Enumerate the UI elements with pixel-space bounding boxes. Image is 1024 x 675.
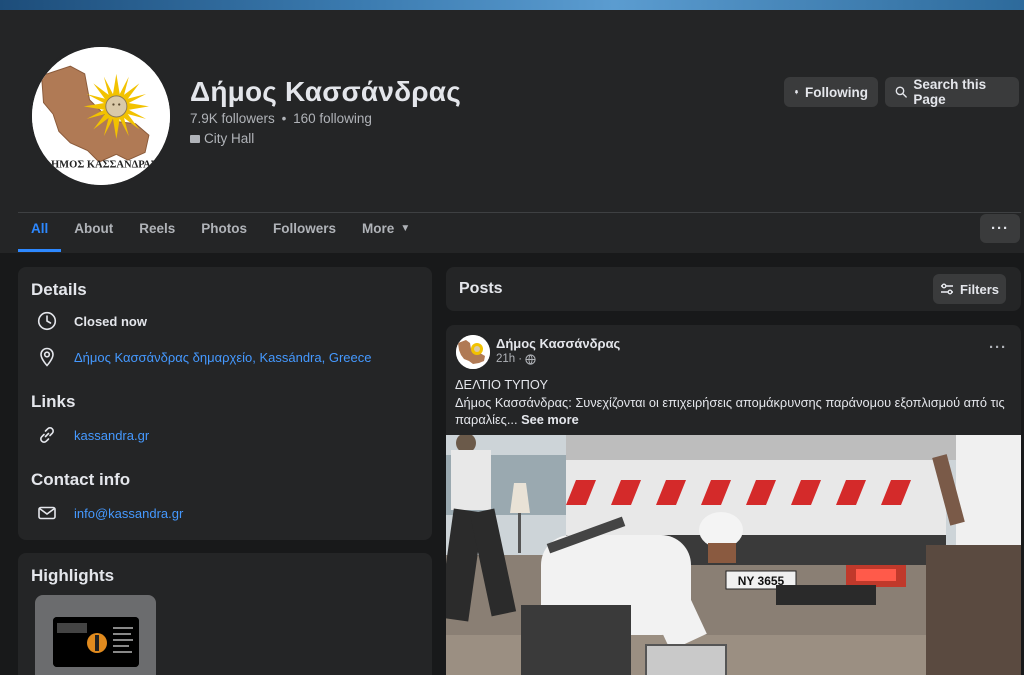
posts-title: Posts (459, 280, 503, 297)
post-photo[interactable]: NY 3655 (446, 435, 1021, 675)
municipality-logo: ΔΗΜΟΣ ΚΑΣΣΑΝΔΡΑΣ (32, 47, 170, 185)
tab-photos[interactable]: Photos (188, 204, 260, 252)
caret-down-icon: ▼ (400, 222, 411, 234)
link-icon (36, 424, 58, 446)
post-meta: 21h · (496, 353, 536, 365)
post-text: ΔΕΛΤΙΟ ΤΥΠΟΥ Δήμος Κασσάνδρας: Συνεχίζον… (455, 376, 1015, 429)
links-title: Links (31, 392, 76, 411)
tab-about[interactable]: About (61, 204, 126, 252)
sliders-icon (940, 283, 953, 295)
highlights-title: Highlights (31, 566, 115, 585)
post-author-name[interactable]: Δήμος Κασσάνδρας (496, 336, 620, 351)
page-category: City Hall (190, 131, 254, 146)
category-label: City Hall (204, 131, 255, 146)
filters-button[interactable]: Filters (933, 274, 1006, 304)
post-text-line-3: παραλίες... (455, 412, 518, 427)
filters-label: Filters (959, 281, 999, 297)
highlight-image (53, 617, 139, 667)
following-count[interactable]: 160 following (293, 111, 372, 126)
bell-icon (794, 89, 799, 95)
tab-reels[interactable]: Reels (126, 204, 188, 252)
page-tabs: All About Reels Photos Followers More ▼ (18, 204, 423, 252)
tab-more-label: More (362, 220, 395, 236)
details-card: Details Closed now Δήμος Κασσάνδρας δημα… (18, 267, 432, 540)
folder-icon (190, 134, 200, 143)
details-title: Details (31, 280, 87, 299)
tab-all-label: All (31, 220, 49, 236)
page-title: Δήμος Κασσάνδρας (190, 76, 461, 107)
address-link[interactable]: Δήμος Κασσάνδρας δημαρχείο, Kassándra, G… (74, 350, 371, 365)
tab-followers[interactable]: Followers (260, 204, 349, 252)
post-text-line-2: Δήμος Κασσάνδρας: Συνεχίζονται οι επιχει… (455, 394, 1005, 410)
hours-row: Closed now (36, 310, 147, 332)
stats-separator: • (281, 111, 287, 126)
post-card: Δήμος Κασσάνδρας 21h · ··· ΔΕΛΤΙΟ ΤΥΠΟΥ … (446, 325, 1021, 675)
website-row: kassandra.gr (36, 424, 149, 446)
tab-reels-label: Reels (139, 220, 176, 236)
website-link[interactable]: kassandra.gr (74, 428, 149, 443)
post-meta-dot: · (518, 353, 523, 365)
post-options-button[interactable]: ··· (989, 339, 1007, 356)
highlight-thumbnail[interactable] (35, 595, 156, 675)
following-button-label: Following (805, 84, 868, 100)
address-row: Δήμος Κασσάνδρας δημαρχείο, Kassándra, G… (36, 346, 371, 368)
more-options-button[interactable]: ··· (980, 214, 1020, 243)
email-link[interactable]: info@kassandra.gr (74, 506, 183, 521)
email-row: info@kassandra.gr (36, 502, 183, 524)
search-page-button[interactable]: Search this Page (885, 77, 1019, 107)
tab-about-label: About (74, 220, 114, 236)
logo-text: ΔΗΜΟΣ ΚΑΣΣΑΝΔΡΑΣ (44, 160, 157, 171)
globe-icon (525, 353, 536, 365)
search-button-label: Search this Page (913, 77, 987, 107)
followers-count[interactable]: 7.9K followers (190, 111, 275, 126)
search-icon (895, 86, 907, 98)
envelope-icon (36, 502, 58, 524)
posts-header-card: Posts Filters (446, 267, 1021, 311)
tab-more[interactable]: More ▼ (349, 204, 423, 252)
following-button[interactable]: Following (784, 77, 878, 107)
location-pin-icon (36, 346, 58, 368)
page-stats: 7.9K followers • 160 following (190, 111, 372, 126)
contact-title: Contact info (31, 470, 131, 489)
cover-photo-strip (0, 0, 1024, 10)
post-text-line-1: ΔΕΛΤΙΟ ΤΥΠΟΥ (455, 377, 549, 392)
post-time[interactable]: 21h (496, 353, 515, 365)
tab-photos-label: Photos (201, 220, 248, 236)
page-profile-picture[interactable]: ΔΗΜΟΣ ΚΑΣΣΑΝΔΡΑΣ (29, 44, 173, 188)
see-more-link[interactable]: See more (521, 412, 579, 427)
hours-status: Closed now (74, 313, 147, 329)
clock-icon (36, 310, 58, 332)
tab-all[interactable]: All (18, 204, 62, 252)
post-author-avatar[interactable] (456, 335, 490, 369)
tab-followers-label: Followers (273, 220, 337, 236)
highlights-card: Highlights (18, 553, 432, 675)
